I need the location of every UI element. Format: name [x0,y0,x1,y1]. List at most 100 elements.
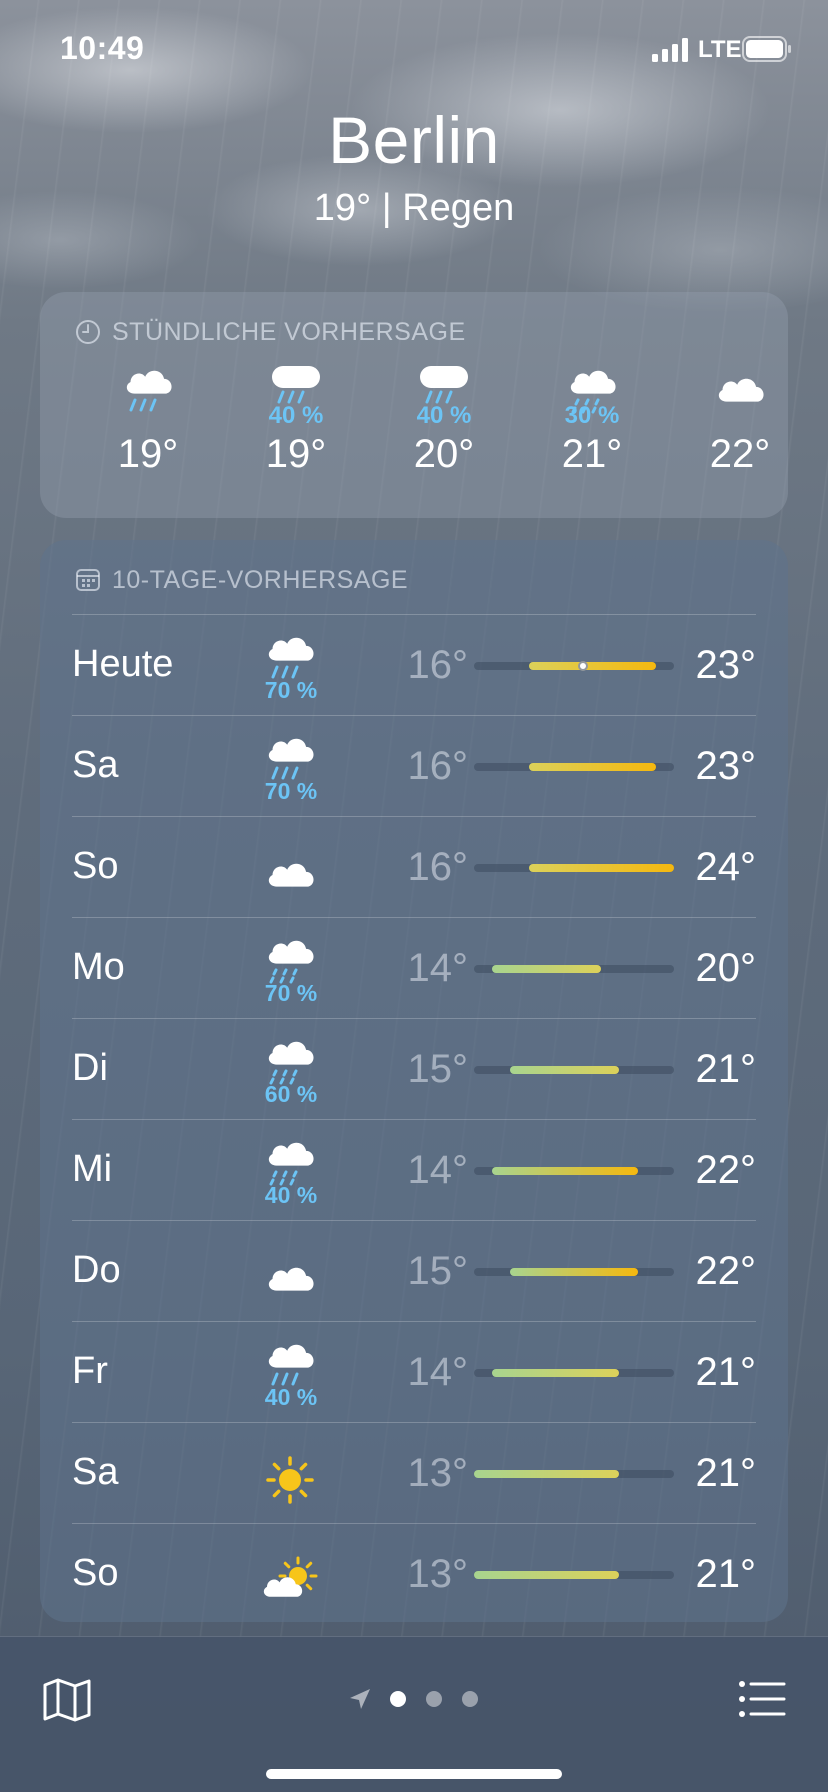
cloud-rain-icon [268,1344,314,1386]
hourly-temperature: 19° [117,432,179,476]
low-temperature: 14° [407,946,469,990]
cloud-drizzle-icon [268,1142,314,1186]
hourly-precip-chance: 40 % [268,402,324,429]
temperature-range-track [474,661,674,671]
temperature-range-bar [510,1066,620,1074]
location-header: Berlin 19° | Regen [0,100,828,230]
hourly-temperature: 19° [265,432,327,476]
temperature-range-track [474,864,674,872]
cloud-drizzle-icon [268,940,314,984]
temperature-range-track [474,1066,674,1074]
hourly-temperature: 20° [413,432,475,476]
day-name: Heute [72,643,174,685]
hourly-title-text: STÜNDLICHE VORHERSAGE [112,317,466,346]
high-temperature: 22° [695,1148,757,1192]
cloud-icon [718,378,764,402]
temperature-range-track [474,763,674,771]
day-name: Mo [72,946,125,988]
hourly-item: 30 % 21° [522,362,662,512]
hourly-list[interactable]: 19° 40 % 19° 40 % 20° 30 % 21° 22° [40,362,788,512]
hourly-item: 19° [78,362,218,512]
city-name: Berlin [328,103,500,177]
daily-forecast-title: 10-TAGE-VORHERSAGE [74,562,408,598]
temperature-range-track [474,1167,674,1175]
daily-row[interactable]: So 13° 21° [40,1524,788,1625]
high-temperature: 23° [695,643,757,687]
high-temperature: 24° [695,845,757,889]
day-name: Fr [72,1350,108,1392]
temperature-range-bar [492,1369,620,1377]
daily-row[interactable]: Do 15° 22° [40,1221,788,1322]
daily-row[interactable]: Mi 40 % 14° 22° [40,1120,788,1221]
daily-row[interactable]: Heute 70 % 16° 23° [40,615,788,716]
daily-precip-chance: 40 % [264,1384,318,1410]
high-temperature: 23° [695,744,757,788]
bottom-toolbar [0,1636,828,1792]
daily-title-text: 10-TAGE-VORHERSAGE [112,565,409,594]
temperature-range-track [474,965,674,973]
daily-precip-chance: 70 % [264,778,318,804]
battery-icon [742,36,791,62]
day-name: Sa [72,744,119,786]
high-temperature: 20° [695,946,757,990]
hourly-item: 22° [670,362,810,512]
cloud-drizzle-icon [268,1041,314,1085]
page-dot[interactable] [390,1691,406,1707]
partly-sunny-icon [263,1556,318,1597]
temperature-range-bar [474,1571,620,1579]
daily-row[interactable]: So 16° 24° [40,817,788,918]
daily-row[interactable]: Sa 13° 21° [40,1423,788,1524]
low-temperature: 14° [407,1148,469,1192]
daily-row[interactable]: Mo 70 % 14° 20° [40,918,788,1019]
daily-forecast-card[interactable]: 10-TAGE-VORHERSAGE Heute 70 % 16° 23° Sa 70 %… [40,540,788,1622]
high-temperature: 21° [695,1552,757,1596]
hourly-temperature: 22° [709,432,771,476]
high-temperature: 21° [695,1047,757,1091]
daily-precip-chance: 70 % [264,980,318,1006]
day-name: Sa [72,1451,119,1493]
temperature-range-bar [528,662,656,670]
clock-icon [76,320,100,344]
low-temperature: 15° [407,1047,469,1091]
sun-icon [266,1456,314,1504]
temperature-range-bar [474,1470,620,1478]
temperature-range-bar [492,1167,638,1175]
low-temperature: 15° [407,1249,469,1293]
current-conditions: 19° | Regen [313,187,515,229]
daily-row[interactable]: Di 60 % 15° 21° [40,1019,788,1120]
high-temperature: 22° [695,1249,757,1293]
hourly-precip-chance: 30 % [564,402,620,429]
day-name: So [72,845,119,887]
map-icon[interactable] [42,1677,92,1723]
hourly-item: 40 % 19° [226,362,366,512]
day-name: So [72,1552,119,1594]
cloud-icon [268,1267,314,1291]
network-type: LTE [698,36,742,63]
temperature-range-bar [492,965,602,973]
low-temperature: 14° [407,1350,469,1394]
list-icon[interactable] [738,1679,786,1719]
page-dot[interactable] [462,1691,478,1707]
temperature-range-bar [528,864,674,872]
low-temperature: 16° [407,643,469,687]
hourly-forecast-card[interactable]: STÜNDLICHE VORHERSAGE 19° 40 % 19° 40 % 20° 3… [40,292,788,518]
daily-row[interactable]: Fr 40 % 14° 21° [40,1322,788,1423]
cloud-icon [268,863,314,887]
calendar-icon [76,569,100,591]
cellular-signal-icon [652,38,688,62]
daily-row[interactable]: Sa 70 % 16° 23° [40,716,788,817]
low-temperature: 13° [407,1451,469,1495]
daily-precip-chance: 40 % [264,1182,318,1208]
page-dot[interactable] [426,1691,442,1707]
day-name: Di [72,1047,108,1089]
home-indicator[interactable] [266,1769,562,1779]
cloud-rain-icon [126,370,172,412]
low-temperature: 16° [407,845,469,889]
hourly-temperature: 21° [561,432,623,476]
cloud-rain-icon [268,738,314,780]
day-name: Do [72,1249,121,1291]
location-arrow-icon[interactable] [348,1687,372,1711]
hourly-precip-chance: 40 % [416,402,472,429]
low-temperature: 13° [407,1552,469,1596]
daily-precip-chance: 60 % [264,1081,318,1107]
